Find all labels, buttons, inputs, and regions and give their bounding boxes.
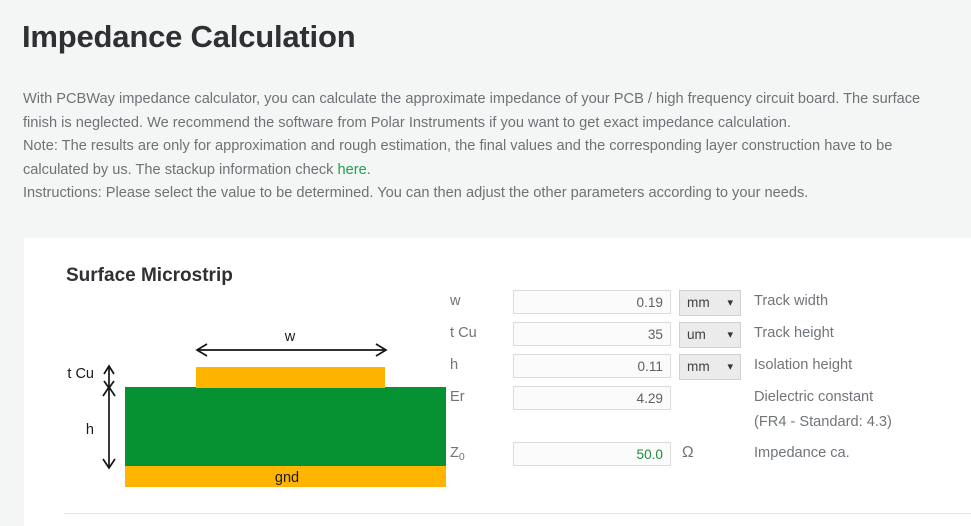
stackup-here-link[interactable]: here: [337, 162, 366, 178]
unit-select-track-width[interactable]: mm ▾: [679, 290, 741, 316]
label-er: Er: [450, 389, 465, 405]
diagram-label-tcu: t Cu: [67, 366, 94, 382]
intro-paragraph-2: Note: The results are only for approxima…: [23, 135, 957, 182]
diagram-label-gnd: gnd: [275, 470, 299, 486]
input-impedance-result[interactable]: [513, 442, 671, 466]
intro-text: With PCBWay impedance calculator, you ca…: [23, 88, 957, 206]
h-dimension-arrow: [102, 385, 116, 470]
unit-select-track-width-value: mm: [687, 295, 710, 310]
unit-select-isolation-height[interactable]: mm ▾: [679, 354, 741, 380]
label-w: w: [450, 293, 461, 309]
input-dielectric-constant[interactable]: [513, 386, 671, 410]
desc-isolation-height: Isolation height: [754, 357, 853, 373]
card-title: Surface Microstrip: [66, 265, 233, 286]
desc-dielectric-constant: Dielectric constant: [754, 389, 874, 405]
label-z0: Z0: [450, 445, 490, 463]
microstrip-diagram-svg: w t Cu h gnd: [67, 329, 446, 487]
tcu-dimension-arrow: [103, 364, 115, 390]
desc-dielectric-constant-note: (FR4 - Standard: 4.3): [754, 414, 892, 430]
intro-line-1: With PCBWay impedance calculator, you ca…: [23, 91, 921, 131]
calculator-card: Surface Microstrip w t Cu h gnd w 0.19 m…: [24, 238, 971, 526]
unit-select-track-height-value: um: [687, 327, 706, 342]
signal-track-shape: [196, 367, 385, 388]
card-bottom-divider: [64, 513, 971, 514]
dielectric-layer-shape: [125, 387, 446, 467]
input-track-height[interactable]: [513, 322, 671, 346]
intro-line-2-suffix: .: [366, 161, 371, 178]
intro-line-2: Note: The results are only for approxima…: [23, 138, 893, 178]
microstrip-diagram: w t Cu h gnd: [42, 314, 462, 504]
unit-select-isolation-height-value: mm: [687, 359, 710, 374]
page-title: Impedance Calculation: [22, 19, 356, 54]
ohm-symbol: Ω: [682, 444, 694, 461]
label-z0-subscript: 0: [458, 451, 465, 463]
desc-track-width: Track width: [754, 293, 829, 309]
intro-paragraph-3: Instructions: Please select the value to…: [23, 182, 957, 206]
label-h: h: [450, 357, 459, 373]
chevron-down-icon: ▾: [727, 329, 733, 341]
unit-select-track-height[interactable]: um ▾: [679, 322, 741, 348]
chevron-down-icon: ▾: [727, 297, 733, 309]
input-isolation-height[interactable]: [513, 354, 671, 378]
diagram-label-w: w: [284, 329, 296, 345]
input-track-width[interactable]: [513, 290, 671, 314]
desc-track-height: Track height: [754, 325, 834, 341]
w-dimension-arrow: [195, 343, 388, 357]
chevron-down-icon: ▾: [727, 361, 733, 373]
desc-impedance: Impedance ca.: [754, 445, 850, 461]
diagram-label-h: h: [86, 422, 94, 438]
intro-paragraph-1: With PCBWay impedance calculator, you ca…: [23, 88, 957, 135]
intro-line-3: Instructions: Please select the value to…: [23, 185, 809, 201]
label-tcu: t Cu: [450, 325, 477, 341]
label-z0-main: Z: [450, 445, 459, 461]
